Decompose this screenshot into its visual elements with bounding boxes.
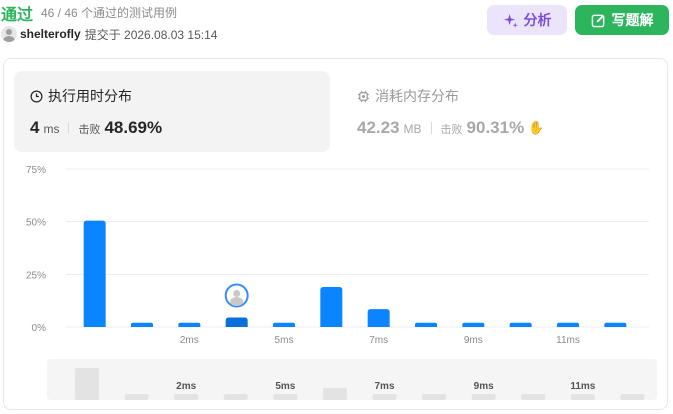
chart-bar xyxy=(225,317,248,327)
y-tick-label: 0% xyxy=(32,323,47,334)
brush-preview[interactable]: 2ms 5ms 7ms 9ms 11ms xyxy=(47,359,657,400)
brush-bar xyxy=(372,394,397,400)
divider xyxy=(68,122,70,134)
x-tick-label: 2ms xyxy=(180,335,199,346)
chart-bar xyxy=(509,322,532,327)
submission-header: 通过 46 / 46 个通过的测试用例 shelterofly 提交于 2026… xyxy=(0,0,673,50)
analyze-label: 分析 xyxy=(523,12,552,28)
analyze-button[interactable]: 分析 xyxy=(487,5,567,35)
brush-bar xyxy=(273,394,298,400)
memory-value-row: 42.23 MB 击败 90.31% ✋ xyxy=(357,118,544,138)
runtime-title: 执行用时分布 xyxy=(30,86,132,106)
performance-panel: 执行用时分布 4 ms 击败 48.69% 消耗内存分布 42.23 MB 击败… xyxy=(3,58,668,410)
y-tick-label: 25% xyxy=(26,270,46,281)
brush-bar xyxy=(521,394,546,400)
runtime-value-row: 4 ms 击败 48.69% xyxy=(30,118,162,138)
brush-tick-label: 7ms xyxy=(374,381,394,392)
write-solution-label: 写题解 xyxy=(611,12,654,28)
wave-hand-icon: ✋ xyxy=(528,120,545,135)
status-accepted: 通过 xyxy=(1,7,34,24)
avatar-icon xyxy=(230,297,244,307)
edit-icon xyxy=(591,14,604,27)
memory-card[interactable]: 消耗内存分布 42.23 MB 击败 90.31% ✋ xyxy=(347,71,647,152)
chart-bar xyxy=(415,322,437,327)
brush-tick-label: 9ms xyxy=(474,381,494,392)
chart-bar xyxy=(131,322,153,327)
submitted-time: 提交于 2026.08.03 15:14 xyxy=(84,27,218,42)
memory-unit: MB xyxy=(403,122,422,136)
username-link[interactable]: shelterofly xyxy=(20,27,81,41)
memory-title-text: 消耗内存分布 xyxy=(375,88,459,104)
runtime-distribution-chart[interactable]: 0% 25% 50% 75% 2ms 5ms 7ms 9ms 11ms xyxy=(4,159,667,359)
brush-bar xyxy=(471,394,496,400)
memory-beats-percent: 90.31% xyxy=(466,118,525,137)
chart-bar xyxy=(320,286,343,327)
brush-tick-label: 5ms xyxy=(275,381,295,392)
brush-bar xyxy=(620,394,645,400)
chip-icon xyxy=(357,90,370,102)
avatar[interactable] xyxy=(1,26,17,42)
brush-bar xyxy=(422,394,447,400)
chart-bar xyxy=(557,322,579,327)
divider xyxy=(430,122,432,134)
pass-count: 46 / 46 个通过的测试用例 xyxy=(41,6,178,20)
runtime-title-text: 执行用时分布 xyxy=(48,88,132,104)
brush-tick-label: 2ms xyxy=(176,381,196,392)
chart-bar xyxy=(273,322,295,327)
sparkle-icon xyxy=(503,13,518,28)
brush-bar xyxy=(174,394,199,400)
x-tick-label: 5ms xyxy=(275,335,294,346)
brush-bar xyxy=(322,388,347,400)
runtime-unit: ms xyxy=(43,122,60,136)
clock-icon xyxy=(30,90,43,102)
chart-bar xyxy=(367,309,390,327)
brush-bar xyxy=(75,368,99,400)
avatar-icon xyxy=(233,290,241,298)
brush-bar xyxy=(570,394,595,400)
chart-bar xyxy=(462,322,485,327)
brush-bar xyxy=(223,394,248,400)
runtime-card[interactable]: 执行用时分布 4 ms 击败 48.69% xyxy=(14,71,330,152)
memory-beats-label: 击败 xyxy=(440,124,463,136)
memory-value: 42.23 xyxy=(357,118,400,137)
y-tick-label: 50% xyxy=(26,218,46,229)
brush-bar xyxy=(124,394,149,400)
brush-tick-label: 11ms xyxy=(570,381,595,392)
x-tick-label: 9ms xyxy=(464,335,483,346)
write-solution-button[interactable]: 写题解 xyxy=(575,5,669,35)
runtime-beats-percent: 48.69% xyxy=(104,118,163,137)
chart-bar xyxy=(604,322,627,327)
runtime-beats-label: 击败 xyxy=(78,124,101,136)
memory-title: 消耗内存分布 xyxy=(357,86,459,106)
chart-bar xyxy=(178,322,201,327)
chart-bar xyxy=(83,220,106,327)
chart-zoom-brush[interactable]: 2ms 5ms 7ms 9ms 11ms xyxy=(47,359,657,400)
x-tick-label: 11ms xyxy=(556,335,580,346)
submission-info: shelterofly 提交于 2026.08.03 15:14 xyxy=(1,26,217,42)
y-tick-label: 75% xyxy=(26,165,46,176)
runtime-value: 4 xyxy=(30,118,40,137)
x-tick-label: 7ms xyxy=(369,335,388,346)
